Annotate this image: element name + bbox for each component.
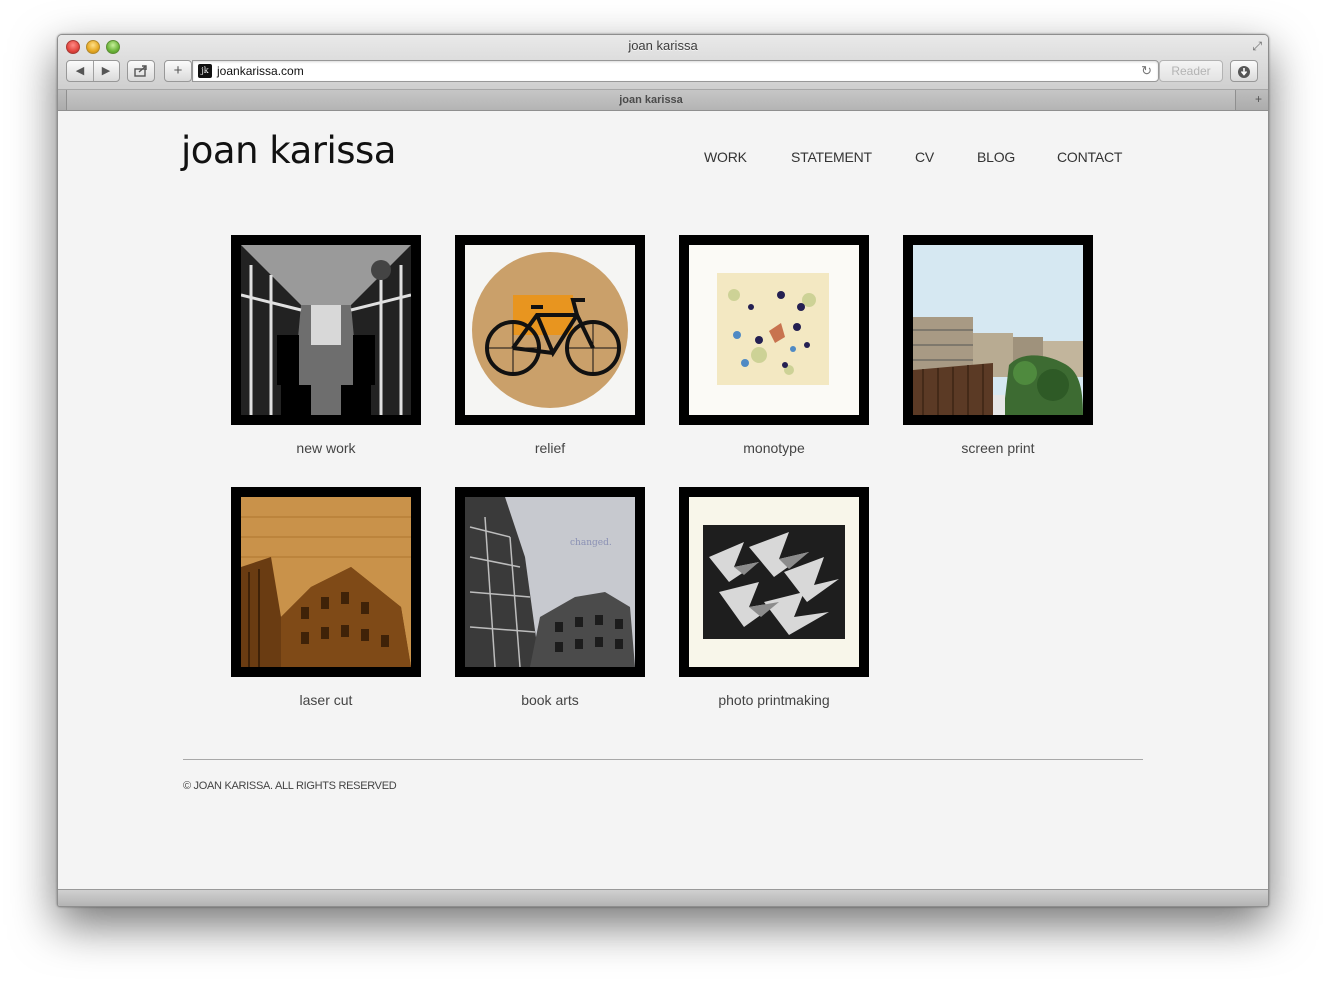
gallery-item-new-work[interactable]: new work	[231, 235, 421, 456]
url-text[interactable]: joankarissa.com	[217, 64, 304, 78]
building-laser-cut	[241, 497, 411, 667]
title-bar: joan karissa ⤢ ◀ ▶ + jk joankarissa.com ↻…	[58, 35, 1268, 90]
thumbnail-frame[interactable]	[679, 235, 869, 425]
book-art-text: changed.	[570, 538, 612, 548]
nav-contact[interactable]: CONTACT	[1057, 149, 1122, 165]
dotted-monotype	[689, 245, 859, 415]
gallery-caption[interactable]: screen print	[903, 440, 1093, 456]
site-title[interactable]: joan karissa	[181, 129, 396, 172]
download-icon	[1237, 63, 1251, 78]
site-favicon: jk	[198, 64, 212, 78]
add-bookmark-icon: +	[173, 62, 183, 79]
copyright-text: © JOAN KARISSA. ALL RIGHTS RESERVED	[183, 780, 397, 792]
gallery-item-laser-cut[interactable]: laser cut	[231, 487, 421, 708]
thumbnail-frame[interactable]: changed.	[455, 487, 645, 677]
nav-statement[interactable]: STATEMENT	[791, 149, 872, 165]
building-book-art: changed.	[465, 497, 635, 667]
thumbnail-frame[interactable]	[679, 487, 869, 677]
gallery-item-book-arts[interactable]: changed. book arts	[455, 487, 645, 708]
browser-window: joan karissa ⤢ ◀ ▶ + jk joankarissa.com ↻…	[57, 34, 1269, 907]
reader-button[interactable]: Reader	[1159, 60, 1223, 82]
back-icon[interactable]: ◀	[68, 61, 93, 81]
gallery-item-relief[interactable]: relief	[455, 235, 645, 456]
bus-interior-print	[241, 245, 411, 415]
new-tab-icon[interactable]: +	[1255, 92, 1262, 106]
bicycle-circle-print	[465, 245, 635, 415]
tab-strip: joan karissa +	[58, 90, 1268, 111]
paper-cranes-print	[689, 497, 859, 667]
thumbnail-frame[interactable]	[231, 235, 421, 425]
gallery-caption[interactable]: laser cut	[231, 692, 421, 708]
address-bar[interactable]: jk joankarissa.com ↻	[192, 60, 1159, 82]
add-bookmark-button[interactable]: +	[164, 60, 192, 82]
gallery-caption[interactable]: photo printmaking	[679, 692, 869, 708]
gallery-item-screen-print[interactable]: screen print	[903, 235, 1093, 456]
gallery-caption[interactable]: monotype	[679, 440, 869, 456]
thumbnail-frame[interactable]	[231, 487, 421, 677]
gallery-caption[interactable]: new work	[231, 440, 421, 456]
thumbnail-frame[interactable]	[903, 235, 1093, 425]
fullscreen-icon[interactable]: ⤢	[1252, 39, 1262, 54]
nav-blog[interactable]: BLOG	[977, 149, 1015, 165]
back-forward-buttons: ◀ ▶	[66, 60, 120, 82]
share-icon	[134, 65, 148, 77]
gallery-caption[interactable]: relief	[455, 440, 645, 456]
gallery-item-monotype[interactable]: monotype	[679, 235, 869, 456]
footer-divider	[183, 759, 1143, 760]
nav-work[interactable]: WORK	[704, 149, 747, 165]
status-bar	[58, 889, 1268, 906]
nav-cv[interactable]: CV	[915, 149, 934, 165]
page-content: joan karissa WORK STATEMENT CV BLOG CONT…	[58, 111, 1268, 890]
forward-icon[interactable]: ▶	[94, 61, 119, 81]
gallery-item-photo-printmaking[interactable]: photo printmaking	[679, 487, 869, 708]
share-button[interactable]	[127, 60, 155, 82]
downloads-button[interactable]	[1230, 60, 1258, 82]
reload-icon[interactable]: ↻	[1141, 63, 1152, 79]
gallery-caption[interactable]: book arts	[455, 692, 645, 708]
rowhouses-screen-print	[913, 245, 1083, 415]
window-title: joan karissa	[628, 38, 698, 53]
thumbnail-frame[interactable]	[455, 235, 645, 425]
tab-active[interactable]: joan karissa	[66, 90, 1236, 110]
